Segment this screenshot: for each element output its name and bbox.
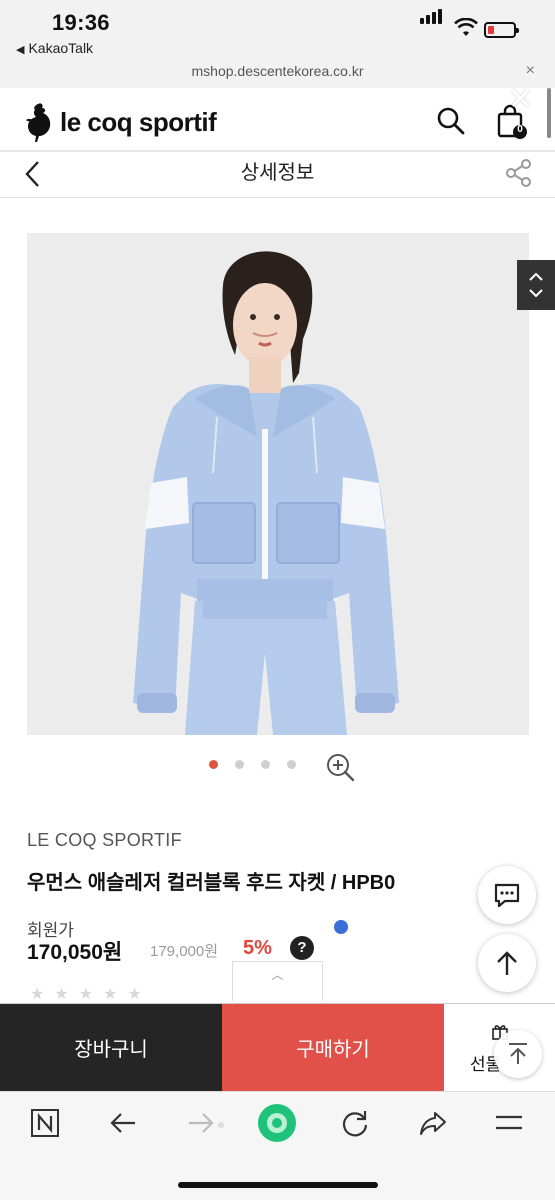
page-title: 상세정보 <box>240 162 315 184</box>
menu-icon[interactable] <box>494 1108 524 1138</box>
buy-now-button[interactable]: 구매하기 <box>222 1004 444 1091</box>
status-time: 19:36 <box>52 10 110 35</box>
back-triangle-icon: ◀ <box>16 44 25 56</box>
product-image[interactable] <box>27 233 529 735</box>
chevron-down-icon <box>529 289 543 298</box>
url-label: mshop.descentekorea.co.kr <box>191 63 364 79</box>
brand-wordmark: le coq sportif <box>60 106 217 137</box>
home-indicator <box>178 1182 378 1188</box>
product-name: 우먼스 애슬레저 컬러블록 후드 자켓 / HPB0 <box>27 872 396 894</box>
brand-logo[interactable]: le coq sportif <box>24 102 217 142</box>
chevron-up-icon <box>529 272 543 281</box>
refresh-icon[interactable] <box>340 1108 370 1138</box>
n-app-icon[interactable] <box>30 1108 60 1138</box>
image-scroll-toggle[interactable] <box>517 260 555 310</box>
status-bar: 19:36 ◀ KakaoTalk mshop.descentekorea.co.… <box>0 0 555 88</box>
page-scroll-indicator <box>547 88 551 138</box>
chat-button[interactable] <box>478 866 536 924</box>
buy-bar: 장바구니 구매하기 선물 <box>0 1003 555 1091</box>
cart-count-badge: 0 <box>517 124 523 135</box>
screen: 19:36 ◀ KakaoTalk mshop.descentekorea.co.… <box>0 0 555 1200</box>
model-illustration <box>27 233 529 735</box>
discount-rate: 5% <box>243 937 272 959</box>
green-home-icon[interactable] <box>256 1102 298 1144</box>
sub-header: 상세정보 <box>0 150 555 198</box>
carousel-dots <box>209 760 296 769</box>
indicator-dot <box>334 920 348 934</box>
search-icon[interactable] <box>436 106 466 136</box>
arrow-up-bar-icon <box>509 1043 527 1064</box>
share-icon[interactable] <box>505 158 533 188</box>
product-brand[interactable]: LE COQ SPORTIF <box>27 830 182 851</box>
chat-icon <box>494 883 520 908</box>
wifi-icon <box>454 18 478 36</box>
drawer-handle[interactable]: ︿ <box>232 961 323 1001</box>
carousel-dot[interactable] <box>261 760 270 769</box>
carousel-dot[interactable] <box>209 760 218 769</box>
overlay-close-button[interactable]: ✕ <box>508 82 533 117</box>
zoom-in-icon[interactable] <box>325 752 355 782</box>
add-to-cart-button[interactable]: 장바구니 <box>0 1004 222 1091</box>
close-browser-button[interactable]: × <box>526 62 535 80</box>
scroll-top-button[interactable] <box>478 934 536 992</box>
price-help-button[interactable]: ? <box>290 936 314 960</box>
rooster-icon <box>26 103 51 142</box>
product-price: 170,050원 <box>27 941 123 964</box>
browser-share-icon[interactable] <box>418 1108 448 1138</box>
original-price: 179,000원 <box>150 943 219 960</box>
carousel-dot[interactable] <box>235 760 244 769</box>
back-to-app-link[interactable]: ◀ KakaoTalk <box>16 40 93 56</box>
browser-forward-icon[interactable] <box>186 1108 226 1138</box>
rating-stars: ★★★★★ <box>30 986 152 1003</box>
back-app-label: KakaoTalk <box>28 40 94 56</box>
browser-back-icon[interactable] <box>108 1108 138 1138</box>
carousel-dot[interactable] <box>287 760 296 769</box>
floating-top-button[interactable] <box>494 1030 542 1078</box>
battery-icon <box>484 22 519 38</box>
arrow-up-icon <box>497 951 517 975</box>
